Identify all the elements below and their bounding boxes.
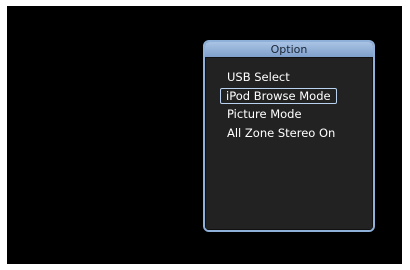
menu-item-picture-mode[interactable]: Picture Mode: [223, 107, 306, 121]
option-menu-list: USB Select iPod Browse Mode Picture Mode…: [205, 57, 373, 230]
menu-item-ipod-browse-mode[interactable]: iPod Browse Mode: [220, 88, 337, 104]
tv-screen: Option USB Select iPod Browse Mode Pictu…: [7, 6, 402, 264]
option-menu-title: Option: [205, 42, 373, 58]
menu-item-all-zone-stereo-on[interactable]: All Zone Stereo On: [223, 126, 339, 140]
option-menu-panel: Option USB Select iPod Browse Mode Pictu…: [203, 40, 375, 232]
menu-item-usb-select[interactable]: USB Select: [223, 70, 294, 84]
